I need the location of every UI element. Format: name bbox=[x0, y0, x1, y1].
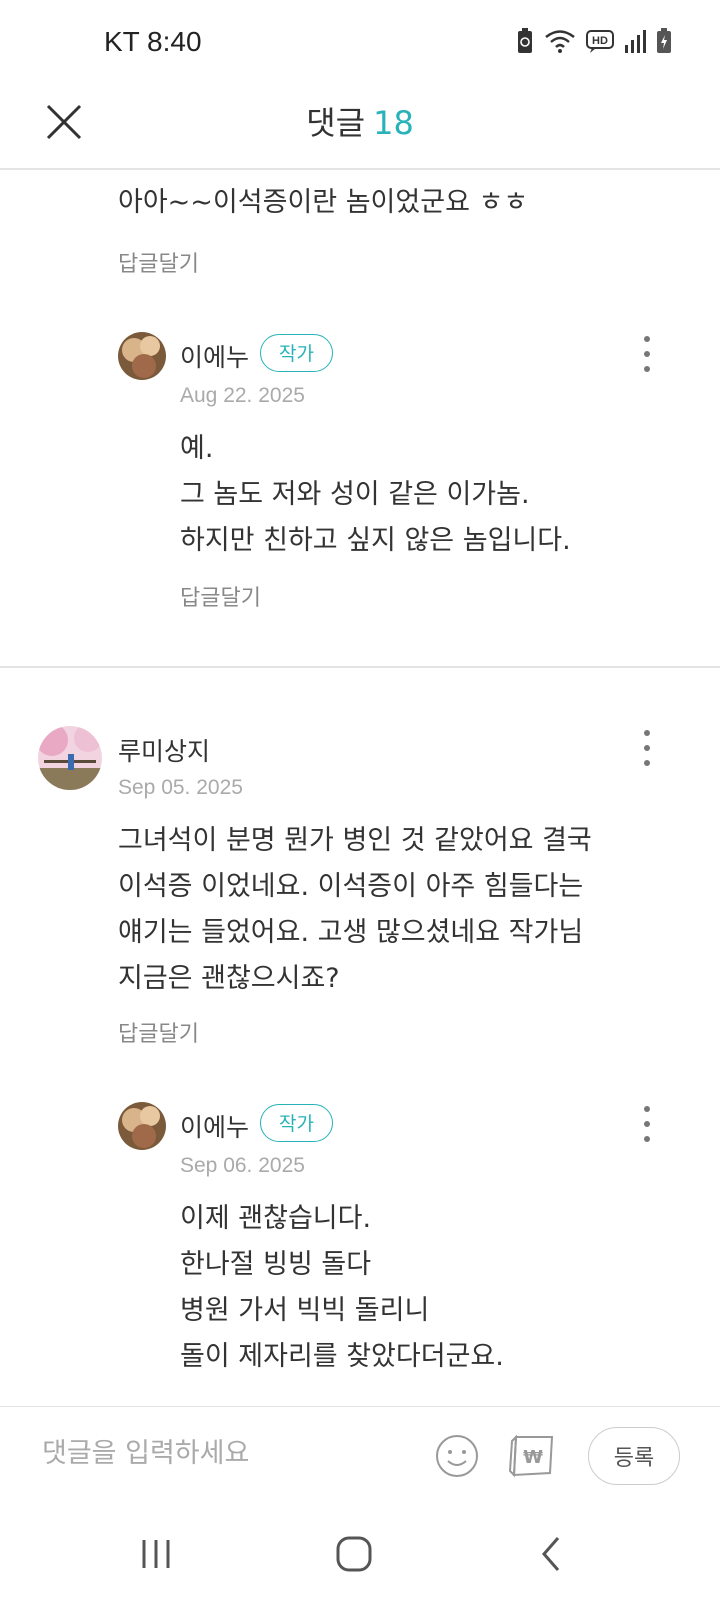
title-label: 댓글 bbox=[306, 104, 366, 142]
comment-line: 이석증 이었네요. 이석증이 아주 힘들다는 bbox=[118, 871, 584, 902]
author-name[interactable]: 이에누 bbox=[180, 338, 249, 374]
author-badge: 작가 bbox=[260, 1104, 333, 1142]
header: 댓글 18 bbox=[0, 84, 720, 170]
reply-line: 병원 가서 빅빅 돌리니 bbox=[180, 1295, 430, 1326]
comment-text: 아아~~이석증이란 놈이었군요 ㅎㅎ bbox=[118, 187, 529, 218]
page-title: 댓글 18 bbox=[0, 98, 720, 144]
status-icons: HD bbox=[516, 28, 672, 54]
reply-line: 하지만 친하고 싶지 않은 놈입니다. bbox=[180, 525, 571, 556]
avatar[interactable] bbox=[38, 726, 102, 790]
reply-line: 이제 괜찮습니다. bbox=[180, 1203, 372, 1234]
status-bar: KT 8:40 HD bbox=[0, 0, 720, 84]
hd-call-icon: HD bbox=[586, 30, 614, 53]
recent-apps-icon[interactable] bbox=[136, 1534, 176, 1574]
won-coin-icon[interactable]: ₩ bbox=[508, 1433, 558, 1479]
comment-date: Aug 22. 2025 bbox=[180, 384, 305, 407]
emoji-icon[interactable] bbox=[434, 1433, 480, 1479]
signal-icon bbox=[625, 30, 646, 53]
comment-line: 지금은 괜찮으시죠? bbox=[118, 963, 340, 994]
reply-button[interactable]: 답글달기 bbox=[118, 1016, 199, 1048]
reply-body: 예. 그 놈도 저와 성이 같은 이가놈. 하지만 친하고 싶지 않은 놈입니다… bbox=[180, 426, 571, 564]
comment-line: 그녀석이 분명 뭔가 병인 것 같았어요 결국 bbox=[118, 825, 592, 856]
comment-count: 18 bbox=[373, 104, 414, 142]
reply-line: 그 놈도 저와 성이 같은 이가놈. bbox=[180, 479, 530, 510]
reply-line: 한나절 빙빙 돌다 bbox=[180, 1249, 372, 1280]
comment-input-bar: ₩ 등록 bbox=[0, 1406, 720, 1505]
author-badge: 작가 bbox=[260, 334, 333, 372]
comment-body: 그녀석이 분명 뭔가 병인 것 같았어요 결국 이석증 이었네요. 이석증이 아… bbox=[118, 818, 592, 1002]
svg-text:HD: HD bbox=[592, 35, 608, 47]
comment-line: 얘기는 들었어요. 고생 많으셨네요 작가님 bbox=[118, 917, 584, 948]
divider bbox=[0, 666, 720, 668]
back-icon[interactable] bbox=[532, 1534, 572, 1574]
status-time: KT 8:40 bbox=[104, 26, 202, 57]
more-options-icon[interactable] bbox=[642, 1104, 652, 1144]
reply-line: 돌이 제자리를 찾았다더군요. bbox=[180, 1341, 504, 1372]
author-name[interactable]: 이에누 bbox=[180, 1108, 249, 1144]
reply-body: 이제 괜찮습니다. 한나절 빙빙 돌다 병원 가서 빅빅 돌리니 돌이 제자리를… bbox=[180, 1196, 504, 1380]
avatar[interactable] bbox=[118, 1102, 166, 1150]
comment-input[interactable] bbox=[40, 1437, 404, 1470]
author-name[interactable]: 루미상지 bbox=[118, 732, 210, 768]
recycle-battery-icon bbox=[518, 28, 532, 53]
battery-charging-icon bbox=[657, 28, 671, 53]
comment-date: Sep 06. 2025 bbox=[180, 1154, 305, 1177]
reply-line: 예. bbox=[180, 433, 214, 464]
more-options-icon[interactable] bbox=[642, 728, 652, 768]
avatar[interactable] bbox=[118, 332, 166, 380]
reply-button[interactable]: 답글달기 bbox=[118, 246, 199, 278]
svg-text:₩: ₩ bbox=[523, 1447, 543, 1468]
home-icon[interactable] bbox=[334, 1534, 374, 1574]
wifi-icon bbox=[545, 30, 575, 53]
submit-button[interactable]: 등록 bbox=[588, 1427, 680, 1485]
reply-button[interactable]: 답글달기 bbox=[180, 580, 261, 612]
comment-date: Sep 05. 2025 bbox=[118, 776, 243, 799]
more-options-icon[interactable] bbox=[642, 334, 652, 374]
system-nav-bar bbox=[0, 1504, 720, 1600]
